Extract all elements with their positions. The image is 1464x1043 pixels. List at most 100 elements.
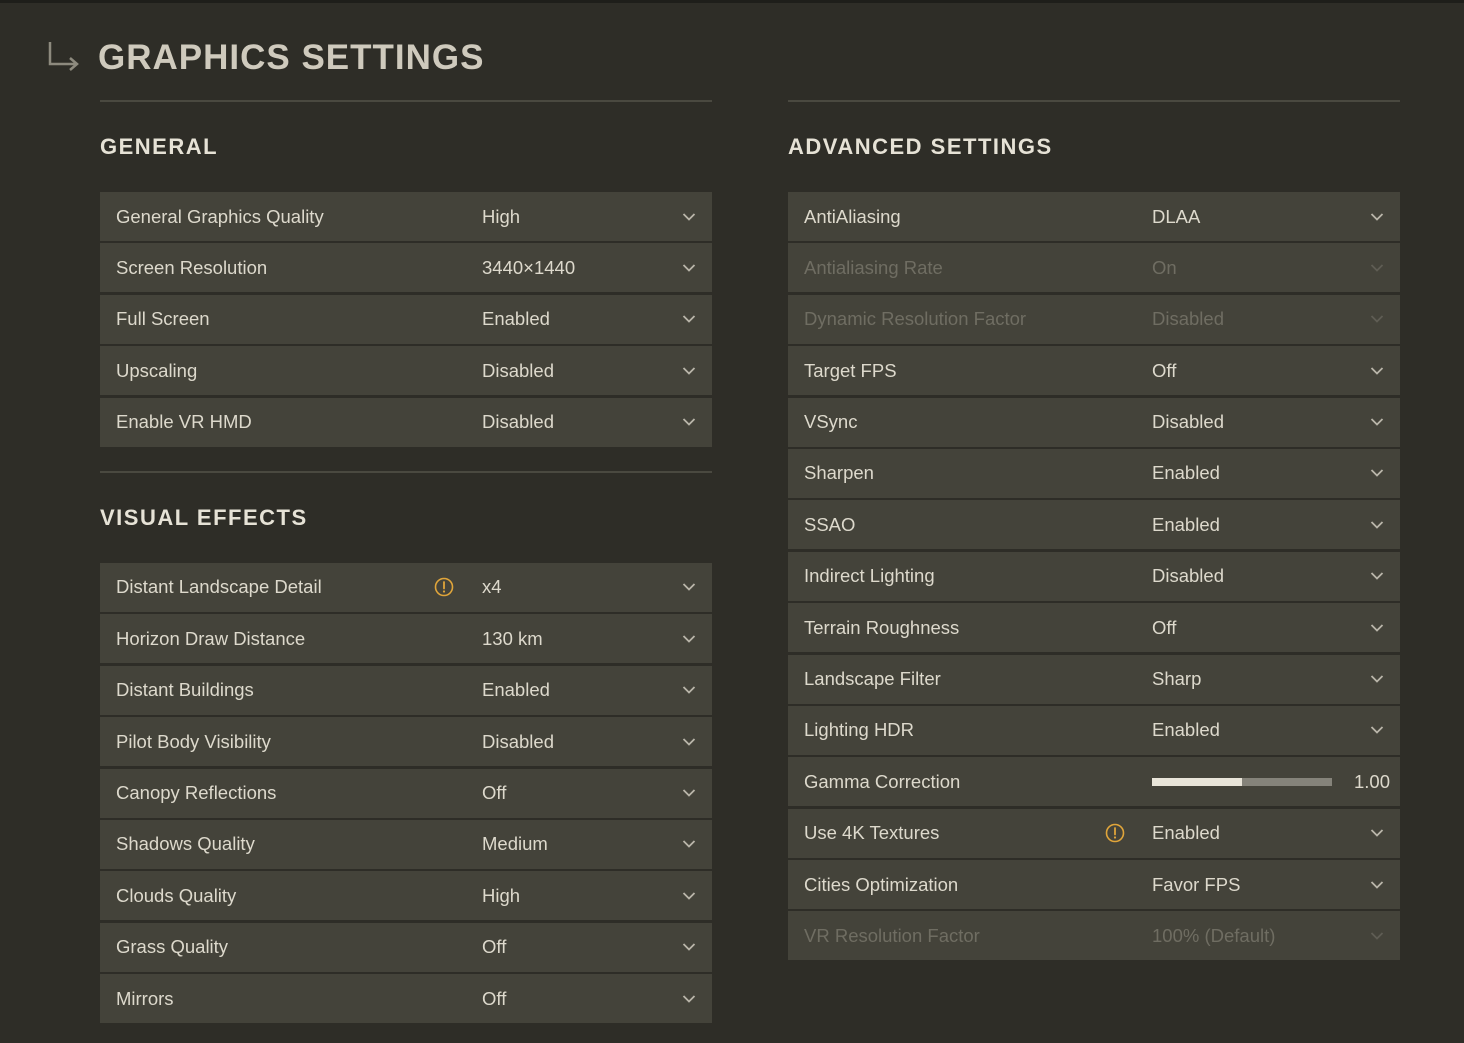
setting-row-sharpen[interactable]: Sharpen Enabled <box>788 448 1400 498</box>
chevron-down-icon[interactable] <box>1370 880 1384 890</box>
chevron-down-icon[interactable] <box>1370 366 1384 376</box>
setting-row-pilot-body-visibility[interactable]: Pilot Body Visibility Disabled <box>100 717 712 767</box>
chevron-down-icon[interactable] <box>682 417 696 427</box>
setting-row-distant-landscape-detail[interactable]: Distant Landscape Detail x4 <box>100 562 712 612</box>
setting-row-ssao[interactable]: SSAO Enabled <box>788 500 1400 550</box>
setting-value: Off <box>482 987 507 1009</box>
setting-row-cities-optimization[interactable]: Cities Optimization Favor FPS <box>788 860 1400 910</box>
setting-row-lighting-hdr[interactable]: Lighting HDR Enabled <box>788 705 1400 755</box>
setting-row-general-graphics-quality[interactable]: General Graphics Quality High <box>100 192 712 241</box>
setting-value: Medium <box>482 833 548 855</box>
setting-row-enable-vr-hmd[interactable]: Enable VR HMD Disabled <box>100 397 712 447</box>
setting-row-grass-quality[interactable]: Grass Quality Off <box>100 922 712 972</box>
chevron-down-icon[interactable] <box>682 788 696 798</box>
chevron-down-icon[interactable] <box>682 685 696 695</box>
chevron-down-icon[interactable] <box>682 891 696 901</box>
setting-row-distant-buildings[interactable]: Distant Buildings Enabled <box>100 665 712 715</box>
setting-row-vsync[interactable]: VSync Disabled <box>788 397 1400 447</box>
chevron-down-icon <box>1370 315 1384 324</box>
chevron-down-icon[interactable] <box>682 263 696 273</box>
warning-icon[interactable] <box>1105 823 1125 843</box>
setting-label: Landscape Filter <box>804 668 941 690</box>
setting-row-antialiasing[interactable]: AntiAliasing DLAA <box>788 192 1400 241</box>
setting-label: Clouds Quality <box>116 884 237 906</box>
setting-value: On <box>1152 256 1177 278</box>
gamma-value: 1.00 <box>1353 770 1390 792</box>
setting-value: 3440×1440 <box>482 256 576 278</box>
chevron-down-icon[interactable] <box>1370 212 1384 222</box>
setting-value: Off <box>1152 616 1177 638</box>
setting-label: Mirrors <box>116 987 174 1009</box>
setting-value: Disabled <box>1152 308 1224 330</box>
chevron-down-icon[interactable] <box>1370 725 1384 735</box>
setting-value: Enabled <box>482 308 550 330</box>
setting-row-dynamic-resolution-factor: Dynamic Resolution Factor Disabled <box>788 294 1400 344</box>
setting-row-screen-resolution[interactable]: Screen Resolution 3440×1440 <box>100 243 712 293</box>
setting-row-upscaling[interactable]: Upscaling Disabled <box>100 346 712 396</box>
setting-label: Distant Buildings <box>116 679 254 701</box>
setting-label: Distant Landscape Detail <box>116 576 322 598</box>
setting-row-use-4k-textures[interactable]: Use 4K Textures Enabled <box>788 808 1400 858</box>
setting-row-full-screen[interactable]: Full Screen Enabled <box>100 294 712 344</box>
setting-value: Disabled <box>1152 411 1224 433</box>
setting-row-landscape-filter[interactable]: Landscape Filter Sharp <box>788 654 1400 704</box>
setting-label: Use 4K Textures <box>804 822 940 844</box>
setting-value: Disabled <box>482 359 554 381</box>
setting-label: Sharpen <box>804 462 874 484</box>
setting-row-gamma-correction[interactable]: Gamma Correction 1.00 <box>788 757 1400 807</box>
setting-value: Off <box>482 782 507 804</box>
chevron-down-icon[interactable] <box>682 366 696 376</box>
setting-label: Shadows Quality <box>116 833 255 855</box>
chevron-down-icon[interactable] <box>682 839 696 849</box>
gamma-slider[interactable] <box>1152 778 1332 787</box>
right-column: ADVANCED SETTINGS AntiAliasing DLAA Antial… <box>788 100 1400 963</box>
setting-row-canopy-reflections[interactable]: Canopy Reflections Off <box>100 768 712 818</box>
section-title-general: GENERAL <box>100 134 219 159</box>
left-column: GENERAL General Graphics Quality High Scre… <box>100 100 712 1025</box>
chevron-down-icon[interactable] <box>1370 520 1384 530</box>
setting-row-indirect-lighting[interactable]: Indirect Lighting Disabled <box>788 551 1400 601</box>
setting-row-target-fps[interactable]: Target FPS Off <box>788 346 1400 396</box>
chevron-down-icon[interactable] <box>1370 417 1384 427</box>
setting-label: Canopy Reflections <box>116 782 277 804</box>
chevron-down-icon[interactable] <box>1370 468 1384 478</box>
setting-label: Screen Resolution <box>116 256 268 278</box>
setting-label: SSAO <box>804 513 856 535</box>
return-arrow-icon[interactable] <box>44 38 84 78</box>
warning-icon[interactable] <box>434 577 454 597</box>
setting-label: VR Resolution Factor <box>804 924 980 946</box>
chevron-down-icon[interactable] <box>682 994 696 1004</box>
setting-label: Indirect Lighting <box>804 565 935 587</box>
section-title-visual-effects: VISUAL EFFECTS <box>100 504 308 530</box>
setting-row-vr-resolution-factor: VR Resolution Factor 100% (Default) <box>788 911 1400 961</box>
chevron-down-icon[interactable] <box>682 582 696 592</box>
setting-row-horizon-draw-distance[interactable]: Horizon Draw Distance 130 km <box>100 614 712 664</box>
chevron-down-icon[interactable] <box>682 942 696 952</box>
page-title: GRAPHICS SETTINGS <box>98 38 485 77</box>
setting-row-terrain-roughness[interactable]: Terrain Roughness Off <box>788 603 1400 653</box>
chevron-down-icon <box>1370 264 1384 272</box>
chevron-down-icon[interactable] <box>1370 571 1384 581</box>
setting-value: Enabled <box>482 679 550 701</box>
setting-label: VSync <box>804 411 858 433</box>
chevron-down-icon[interactable] <box>1370 674 1384 684</box>
chevron-down-icon[interactable] <box>682 314 696 324</box>
setting-row-mirrors[interactable]: Mirrors Off <box>100 974 712 1024</box>
chevron-down-icon <box>1370 932 1384 940</box>
setting-row-shadows-quality[interactable]: Shadows Quality Medium <box>100 819 712 869</box>
chevron-down-icon[interactable] <box>1370 828 1384 838</box>
setting-value: Disabled <box>482 730 554 752</box>
chevron-down-icon[interactable] <box>1370 623 1384 633</box>
setting-label: Lighting HDR <box>804 719 915 741</box>
setting-row-clouds-quality[interactable]: Clouds Quality High <box>100 871 712 921</box>
chevron-down-icon[interactable] <box>682 737 696 747</box>
setting-label: Target FPS <box>804 359 897 381</box>
setting-value: Enabled <box>1152 513 1220 535</box>
chevron-down-icon[interactable] <box>682 634 696 644</box>
chevron-down-icon[interactable] <box>682 212 696 222</box>
setting-value: High <box>482 884 521 906</box>
setting-value: Off <box>1152 359 1177 381</box>
visual-effects-settings-list: Distant Landscape Detail x4 Horizon Draw D… <box>100 562 712 1026</box>
setting-label: AntiAliasing <box>804 205 901 227</box>
setting-value: Enabled <box>1152 719 1220 741</box>
